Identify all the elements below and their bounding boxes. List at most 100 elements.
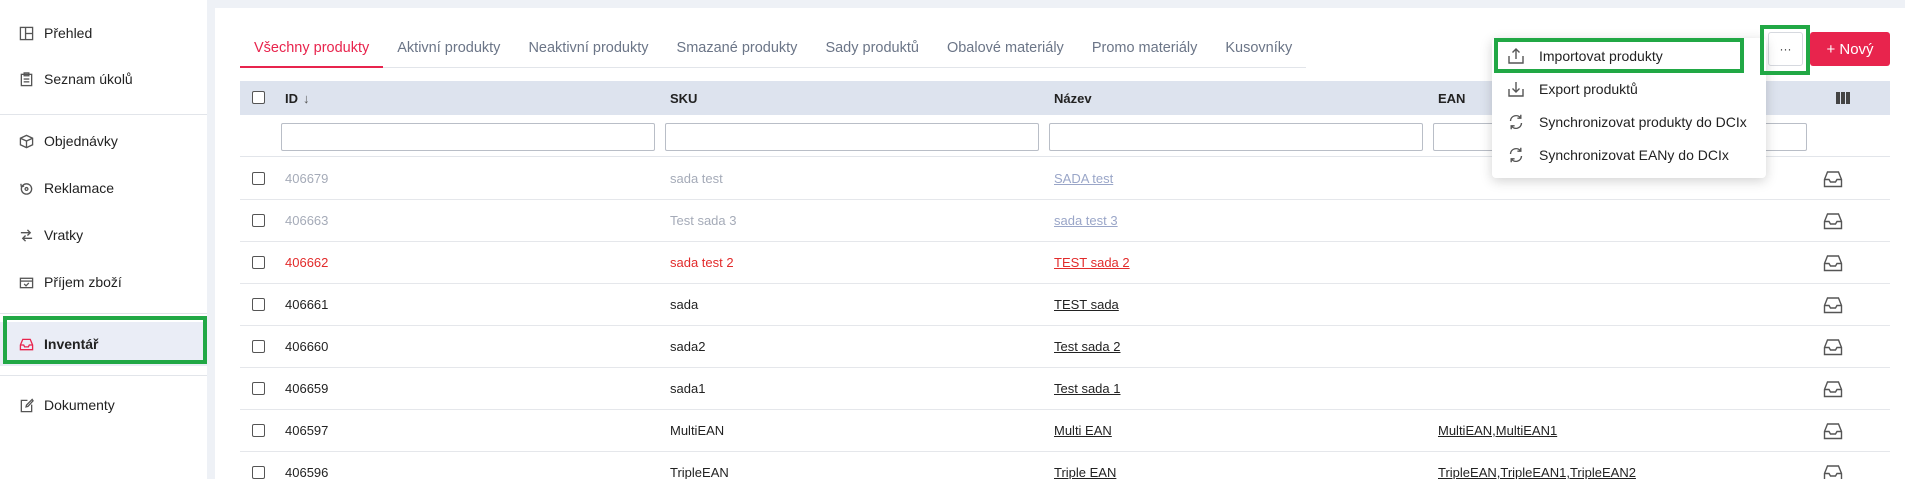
- cell-name-link[interactable]: TEST sada 2: [1054, 242, 1130, 283]
- sidebar-item-vratky[interactable]: Vratky: [0, 213, 207, 257]
- row-checkbox[interactable]: [252, 466, 265, 479]
- filter-sku-input[interactable]: [665, 123, 1039, 151]
- tab-vsechny-produkty[interactable]: Všechny produkty: [240, 34, 384, 68]
- cell-ean[interactable]: TripleEAN,TripleEAN1,TripleEAN2: [1438, 452, 1636, 479]
- inbox-icon[interactable]: [1823, 338, 1843, 356]
- highlight-import-item: [1494, 38, 1744, 73]
- row-checkbox[interactable]: [252, 298, 265, 311]
- sidebar-item-label: Dokumenty: [44, 397, 115, 413]
- sync-icon: [1507, 146, 1525, 164]
- highlight-inventar-item: [3, 316, 207, 364]
- sidebar-item-dokumenty[interactable]: Dokumenty: [0, 383, 207, 427]
- cell-name-link[interactable]: Test sada 2: [1054, 326, 1121, 367]
- inbox-icon[interactable]: [1823, 212, 1843, 230]
- row-checkbox[interactable]: [252, 424, 265, 437]
- table-row[interactable]: 406662 sada test 2 TEST sada 2: [240, 242, 1890, 284]
- new-product-button[interactable]: + Nový: [1810, 32, 1890, 66]
- menu-item-sync-products-dcix[interactable]: Synchronizovat produkty do DCIx: [1492, 105, 1766, 138]
- cell-id: 406597: [285, 423, 329, 438]
- filter-id-input[interactable]: [281, 123, 655, 151]
- select-all-checkbox[interactable]: [252, 91, 265, 104]
- cell-sku: MultiEAN: [670, 423, 725, 438]
- table-row[interactable]: 406659 sada1 Test sada 1: [240, 368, 1890, 410]
- refund-icon: [18, 180, 34, 196]
- tab-aktivni-produkty[interactable]: Aktivní produkty: [383, 34, 514, 68]
- cell-id: 406660: [285, 339, 329, 354]
- cell-id: 406661: [285, 297, 329, 312]
- divider: [0, 313, 207, 314]
- filter-name-input[interactable]: [1049, 123, 1423, 151]
- cell-name-link[interactable]: Triple EAN: [1054, 452, 1116, 479]
- cell-name-link[interactable]: Test sada 1: [1054, 368, 1121, 409]
- cell-name-link[interactable]: Multi EAN: [1054, 410, 1112, 451]
- cell-id: 406596: [285, 465, 329, 479]
- tab-promo-materialy[interactable]: Promo materiály: [1078, 34, 1212, 68]
- tab-neaktivni-produkty[interactable]: Neaktivní produkty: [514, 34, 662, 68]
- divider: [0, 114, 207, 115]
- divider: [0, 375, 207, 376]
- cell-sku: TripleEAN: [670, 465, 729, 479]
- sidebar-item-prehled[interactable]: Přehled: [0, 11, 207, 55]
- product-tabs: Všechny produkty Aktivní produkty Neakti…: [240, 34, 1307, 68]
- highlight-more-button: [1760, 25, 1810, 75]
- cell-name-link[interactable]: sada test 3: [1054, 200, 1118, 241]
- cell-sku: sada test 2: [670, 255, 734, 270]
- inbox-icon[interactable]: [1823, 464, 1843, 479]
- sidebar-item-label: Reklamace: [44, 180, 115, 196]
- cell-name-link[interactable]: SADA test: [1054, 158, 1113, 199]
- column-header-name[interactable]: Název: [1054, 81, 1092, 115]
- cell-sku: sada: [670, 297, 699, 312]
- columns-settings-icon[interactable]: [1836, 92, 1850, 104]
- cell-id: 406659: [285, 381, 329, 396]
- download-icon: [1507, 80, 1525, 98]
- cell-id: 406679: [285, 171, 329, 186]
- row-checkbox[interactable]: [252, 256, 265, 269]
- inbox-icon[interactable]: [1823, 254, 1843, 272]
- cell-sku: sada1: [670, 381, 706, 396]
- cell-id: 406663: [285, 213, 329, 228]
- row-checkbox[interactable]: [252, 214, 265, 227]
- box-icon: [18, 133, 34, 149]
- sidebar-item-label: Přehled: [44, 25, 93, 41]
- sidebar-item-label: Příjem zboží: [44, 274, 122, 290]
- table-row[interactable]: 406597 MultiEAN Multi EAN MultiEAN,MultiEAN…: [240, 410, 1890, 452]
- table-row[interactable]: 406663 Test sada 3 sada test 3: [240, 200, 1890, 242]
- sort-arrow-icon: ↓: [303, 90, 310, 106]
- sidebar-item-seznam-ukolu[interactable]: Seznam úkolů: [0, 57, 207, 101]
- table-row[interactable]: 406596 TripleEAN Triple EAN TripleEAN,Tripl…: [240, 452, 1890, 479]
- cell-id: 406662: [285, 255, 329, 270]
- cell-name-link[interactable]: TEST sada: [1054, 284, 1119, 325]
- cell-sku: sada2: [670, 339, 706, 354]
- inbox-icon[interactable]: [1823, 296, 1843, 314]
- menu-item-export-products[interactable]: Export produktů: [1492, 72, 1766, 105]
- sidebar-item-label: Seznam úkolů: [44, 71, 133, 87]
- column-header-sku[interactable]: SKU: [670, 81, 697, 115]
- sidebar-item-label: Vratky: [44, 227, 84, 243]
- sidebar-item-objednavky[interactable]: Objednávky: [0, 119, 207, 163]
- sidebar: Přehled Seznam úkolů Objednávky Reklamac…: [0, 0, 207, 479]
- sync-icon: [1507, 113, 1525, 131]
- tab-kusovniky[interactable]: Kusovníky: [1211, 34, 1306, 68]
- row-checkbox[interactable]: [252, 172, 265, 185]
- tab-smazane-produkty[interactable]: Smazané produkty: [663, 34, 812, 68]
- clipboard-icon: [18, 71, 34, 87]
- tab-sady-produktu[interactable]: Sady produktů: [811, 34, 933, 68]
- return-arrows-icon: [18, 227, 34, 243]
- row-checkbox[interactable]: [252, 340, 265, 353]
- cell-sku: sada test: [670, 171, 723, 186]
- inbox-icon[interactable]: [1823, 422, 1843, 440]
- table-row[interactable]: 406660 sada2 Test sada 2: [240, 326, 1890, 368]
- inbox-icon[interactable]: [1823, 380, 1843, 398]
- menu-item-sync-eans-dcix[interactable]: Synchronizovat EANy do DCIx: [1492, 138, 1766, 171]
- column-header-id[interactable]: ID ↓: [285, 81, 310, 115]
- layout-icon: [18, 25, 34, 41]
- column-header-ean[interactable]: EAN: [1438, 81, 1465, 115]
- document-edit-icon: [18, 397, 34, 413]
- table-row[interactable]: 406661 sada TEST sada: [240, 284, 1890, 326]
- row-checkbox[interactable]: [252, 382, 265, 395]
- tab-obalove-materialy[interactable]: Obalové materiály: [933, 34, 1078, 68]
- sidebar-item-prijem-zbozi[interactable]: Příjem zboží: [0, 260, 207, 304]
- sidebar-item-reklamace[interactable]: Reklamace: [0, 166, 207, 210]
- cell-ean[interactable]: MultiEAN,MultiEAN1: [1438, 410, 1557, 451]
- inbox-icon[interactable]: [1823, 170, 1843, 188]
